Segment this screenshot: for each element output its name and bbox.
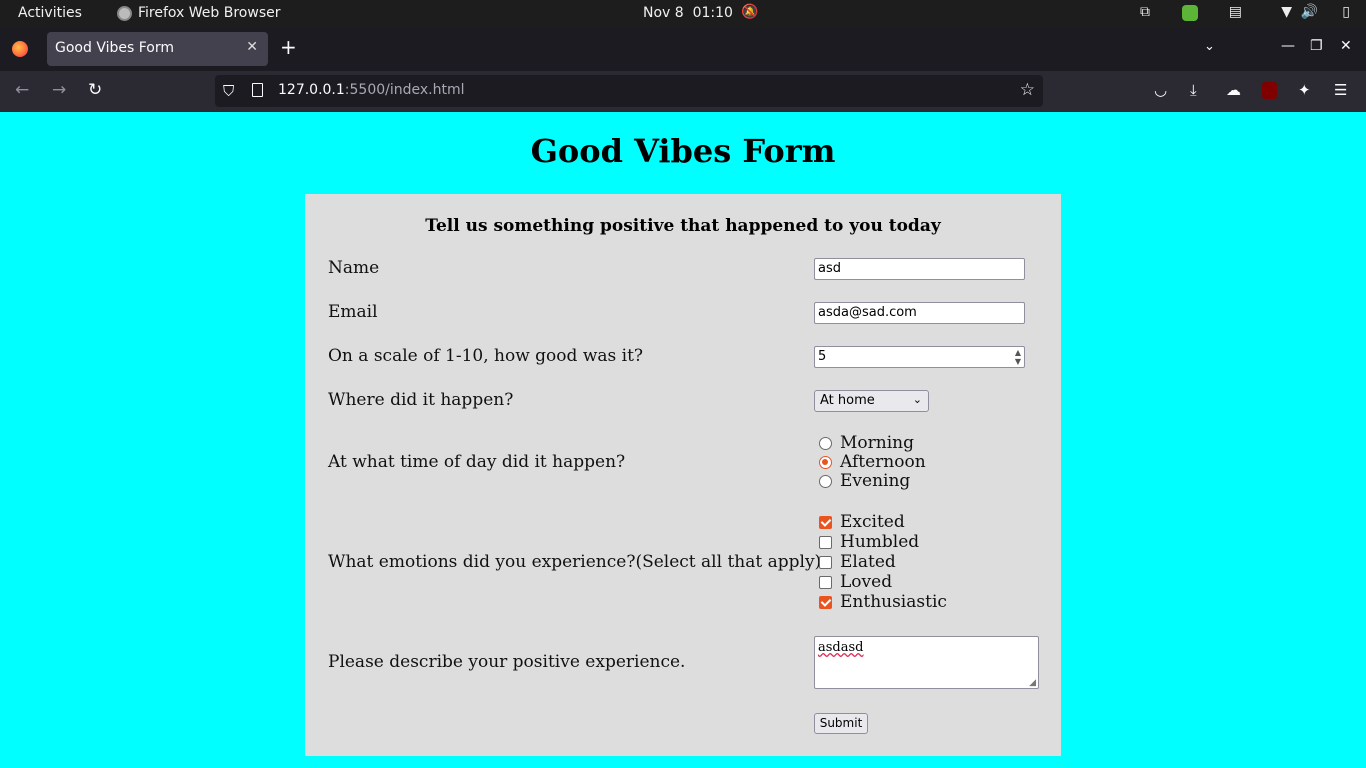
- page-content: Good Vibes Form Tell us something positi…: [0, 112, 1366, 768]
- tab-strip: Good Vibes Form ✕ + ⌄ — ❐ ✕: [0, 27, 1366, 71]
- email-input[interactable]: asda@sad.com: [814, 302, 1025, 324]
- firefox-icon: [12, 41, 28, 57]
- forward-arrow-icon[interactable]: →: [52, 80, 66, 100]
- checkbox-checked[interactable]: [819, 515, 832, 529]
- address-bar[interactable]: ⛉ 127.0.0.1:5500/index.html ☆: [215, 75, 1043, 107]
- description-textarea[interactable]: asdasd ◢: [814, 636, 1039, 689]
- app-name: Firefox Web Browser: [138, 5, 281, 21]
- where-label: Where did it happen?: [328, 390, 514, 410]
- form-subtitle: Tell us something positive that happened…: [425, 216, 941, 236]
- radio-morning[interactable]: Morning: [819, 433, 914, 453]
- firefox-mini-icon: [117, 5, 132, 21]
- radio-button[interactable]: [819, 436, 832, 450]
- pocket-icon[interactable]: ◡: [1154, 81, 1167, 99]
- app-menu[interactable]: Firefox Web Browser: [117, 5, 281, 21]
- checkbox-excited[interactable]: Excited: [819, 512, 905, 532]
- url-text[interactable]: 127.0.0.1:5500/index.html: [278, 82, 465, 98]
- where-select[interactable]: At home ⌄: [814, 390, 929, 412]
- description-text: asdasd: [818, 640, 864, 655]
- name-input[interactable]: asd: [814, 258, 1025, 280]
- submit-button[interactable]: Submit: [814, 713, 868, 734]
- resize-handle-icon[interactable]: ◢: [1029, 678, 1036, 688]
- wifi-icon[interactable]: ▼: [1281, 4, 1292, 20]
- checkbox-enthusiastic[interactable]: Enthusiastic: [819, 592, 947, 612]
- scale-label: On a scale of 1-10, how good was it?: [328, 346, 644, 366]
- clipboard-icon[interactable]: ▤: [1229, 4, 1242, 20]
- activities-button[interactable]: Activities: [18, 5, 82, 21]
- good-vibes-form: Tell us something positive that happened…: [305, 194, 1061, 756]
- system-top-bar: Activities Firefox Web Browser Nov 8 01:…: [0, 0, 1366, 27]
- minimize-icon[interactable]: —: [1281, 38, 1295, 54]
- radio-button[interactable]: [819, 474, 832, 488]
- checkbox-humbled[interactable]: Humbled: [819, 532, 919, 552]
- notifications-muted-icon: 🔕: [741, 4, 759, 20]
- maximize-icon[interactable]: ❐: [1310, 38, 1323, 54]
- ublock-origin-icon[interactable]: [1262, 82, 1277, 99]
- scale-value: 5: [818, 349, 827, 364]
- spinner-arrows-icon[interactable]: ▲ ▼: [1015, 348, 1021, 366]
- page-info-icon[interactable]: [252, 83, 263, 97]
- name-label: Name: [328, 258, 380, 278]
- tab-title: Good Vibes Form: [55, 40, 174, 56]
- volume-icon[interactable]: 🔊: [1301, 4, 1318, 20]
- tracking-protection-shield-icon[interactable]: ⛉: [223, 82, 234, 100]
- checkbox-loved[interactable]: Loved: [819, 572, 892, 592]
- battery-icon[interactable]: ▯: [1342, 4, 1350, 20]
- checkbox-elated[interactable]: Elated: [819, 552, 896, 572]
- emotions-label: What emotions did you experience?(Select…: [328, 552, 822, 572]
- radio-afternoon[interactable]: Afternoon: [819, 452, 926, 472]
- checkbox[interactable]: [819, 575, 832, 589]
- where-selected-value: At home: [820, 393, 875, 408]
- list-tabs-chevron-down-icon[interactable]: ⌄: [1204, 39, 1215, 54]
- checkbox-checked[interactable]: [819, 595, 832, 609]
- back-arrow-icon[interactable]: ←: [15, 80, 29, 100]
- time-of-day-label: At what time of day did it happen?: [328, 452, 626, 472]
- radio-evening[interactable]: Evening: [819, 471, 910, 491]
- checkbox[interactable]: [819, 535, 832, 549]
- scale-number-input[interactable]: 5 ▲ ▼: [814, 346, 1025, 368]
- navigation-bar: ← → ↻ ⛉ 127.0.0.1:5500/index.html ☆ ◡ ⤓ …: [0, 71, 1366, 112]
- close-window-icon[interactable]: ✕: [1340, 38, 1352, 54]
- chevron-down-icon: ⌄: [912, 393, 922, 406]
- shield-check-icon[interactable]: [1182, 5, 1198, 21]
- tab-close-icon[interactable]: ✕: [246, 39, 258, 55]
- reload-icon[interactable]: ↻: [88, 80, 102, 100]
- description-label: Please describe your positive experience…: [328, 652, 686, 672]
- extensions-icon[interactable]: ⧉: [1140, 4, 1150, 20]
- hamburger-menu-icon[interactable]: ☰: [1334, 81, 1347, 99]
- radio-button-selected[interactable]: [819, 455, 832, 469]
- email-label: Email: [328, 302, 378, 322]
- clock[interactable]: Nov 8 01:10: [643, 5, 733, 21]
- tab-good-vibes-form[interactable]: Good Vibes Form ✕: [47, 32, 268, 66]
- downloads-icon[interactable]: ⤓: [1190, 81, 1197, 99]
- extension-icon[interactable]: ☁: [1226, 81, 1241, 99]
- new-tab-plus-icon[interactable]: +: [280, 37, 297, 57]
- checkbox[interactable]: [819, 555, 832, 569]
- extension-bird-icon[interactable]: ✦: [1298, 81, 1311, 99]
- page-title: Good Vibes Form: [530, 132, 836, 170]
- bookmark-star-icon[interactable]: ☆: [1020, 80, 1035, 100]
